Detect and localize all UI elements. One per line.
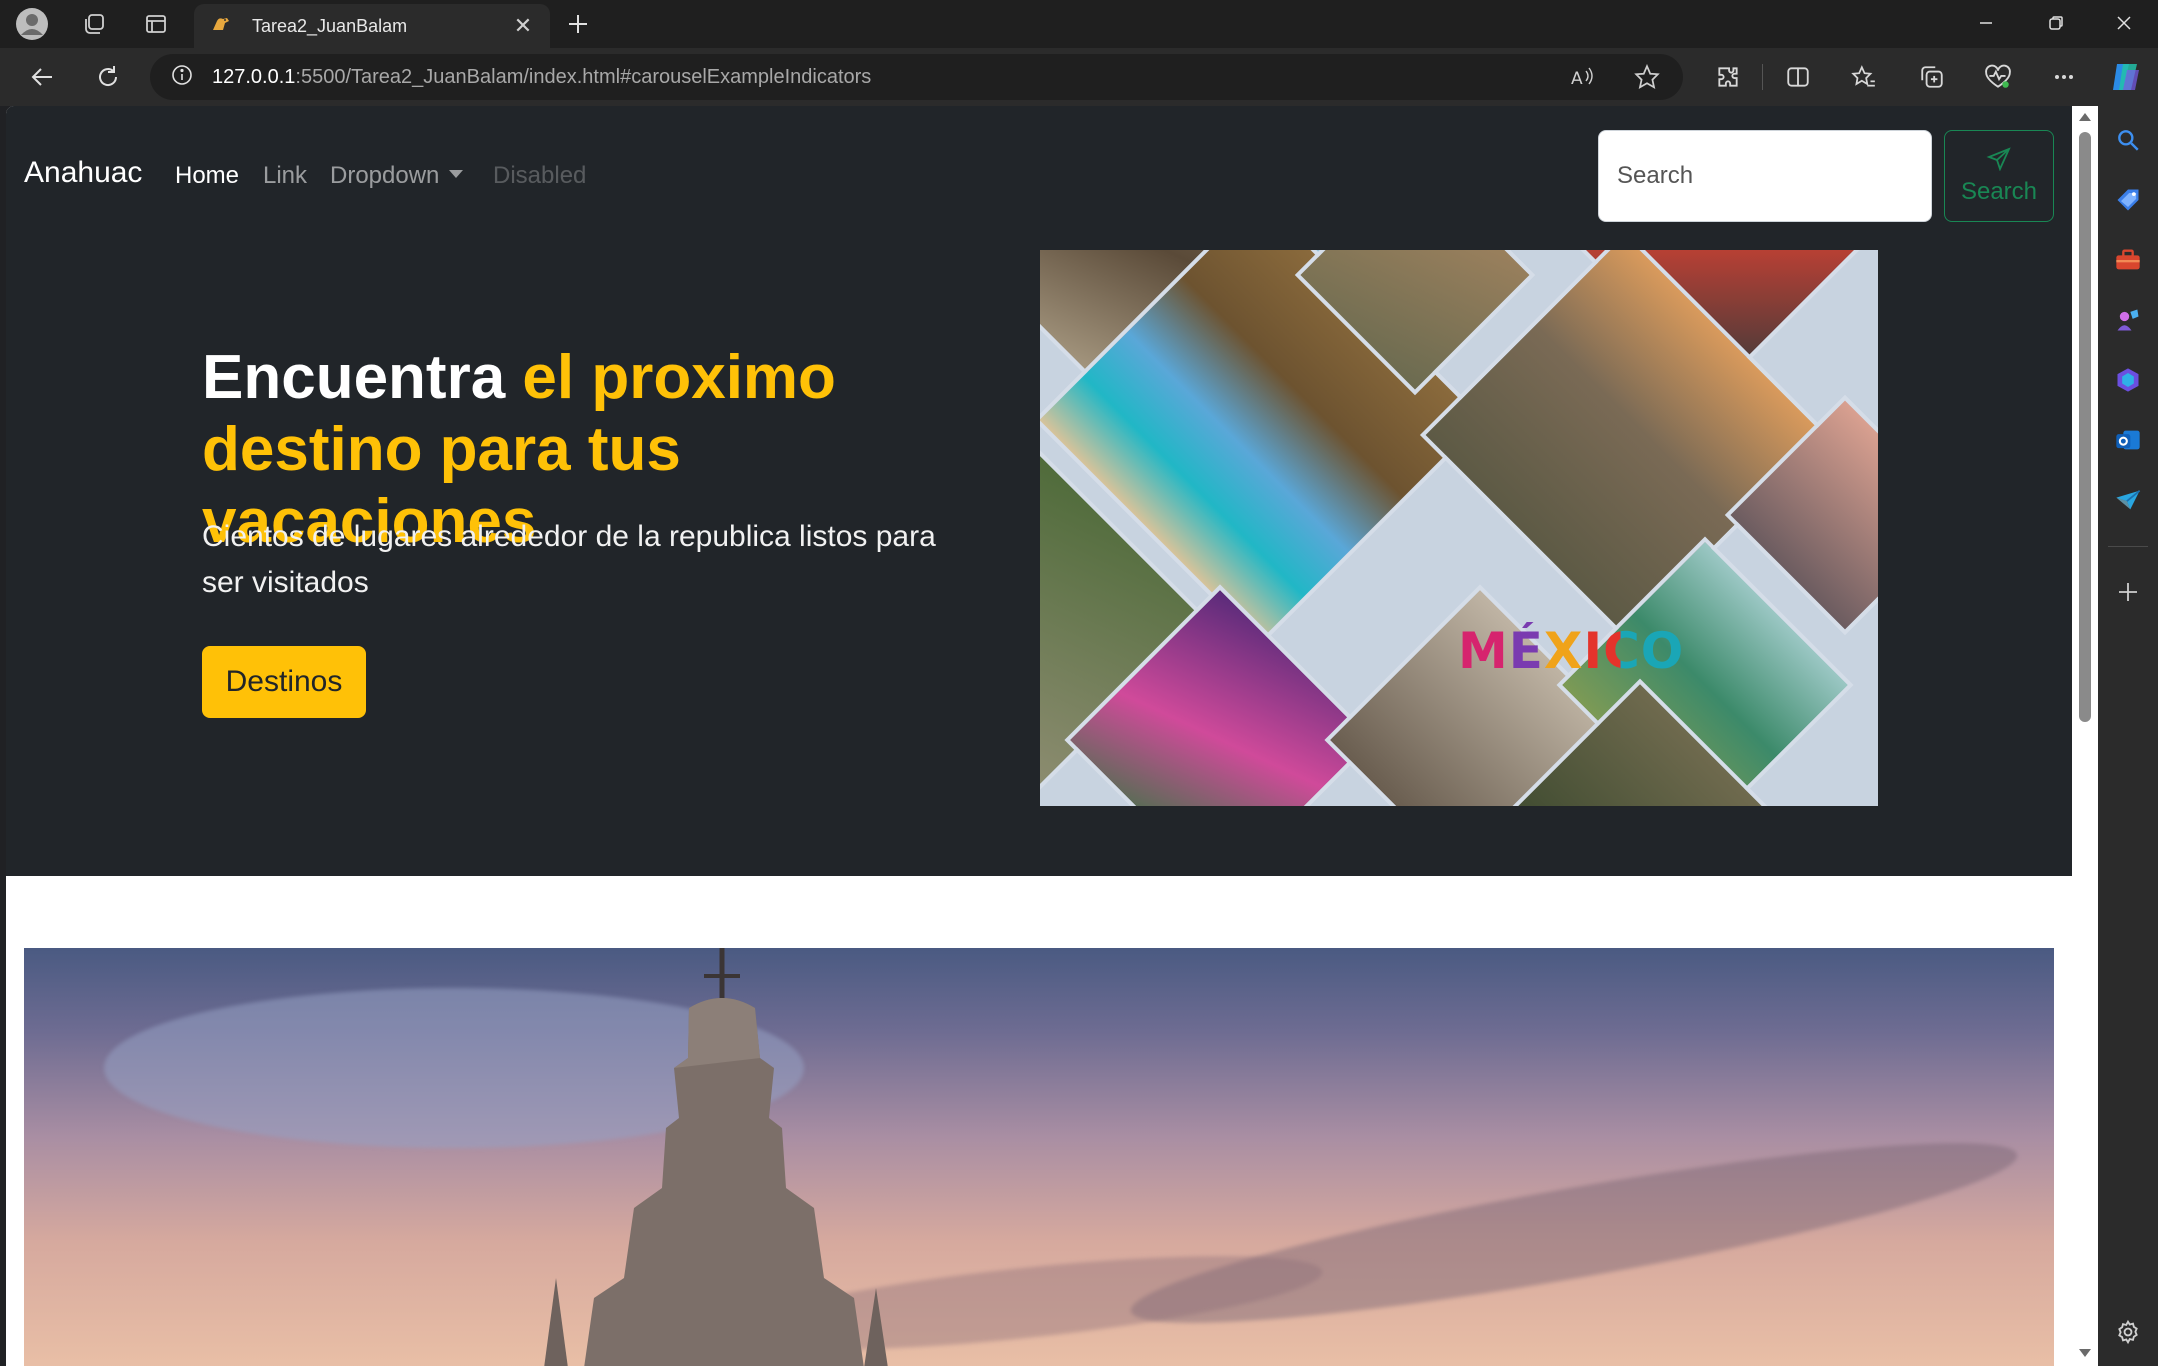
hero-section: Anahuac Home Link Dropdown Disabled Sear… bbox=[6, 106, 2072, 876]
tab-strip: Tarea2_JuanBalam ✕ bbox=[0, 0, 2158, 48]
minimize-icon[interactable] bbox=[1952, 0, 2020, 46]
url-text: 127.0.0.1:5500/Tarea2_JuanBalam/index.ht… bbox=[212, 65, 872, 88]
address-bar[interactable]: 127.0.0.1:5500/Tarea2_JuanBalam/index.ht… bbox=[150, 54, 1683, 100]
extensions-icon[interactable] bbox=[1708, 57, 1748, 97]
profile-icon[interactable] bbox=[12, 6, 52, 42]
send-sidebar-icon[interactable] bbox=[2112, 484, 2144, 516]
collections-icon[interactable] bbox=[1912, 57, 1952, 97]
nav-link-home[interactable]: Home bbox=[175, 162, 239, 190]
tab-actions-icon[interactable] bbox=[136, 6, 176, 42]
page-viewport: Anahuac Home Link Dropdown Disabled Sear… bbox=[6, 106, 2072, 1366]
refresh-icon[interactable] bbox=[88, 57, 128, 97]
search-sidebar-icon[interactable] bbox=[2112, 124, 2144, 156]
search-input[interactable] bbox=[1598, 130, 1932, 222]
read-aloud-icon[interactable]: A bbox=[1570, 65, 1596, 94]
send-icon bbox=[1986, 146, 2012, 178]
destinos-button[interactable]: Destinos bbox=[202, 646, 366, 718]
navbar-brand[interactable]: Anahuac bbox=[24, 156, 142, 190]
page-scrollbar[interactable] bbox=[2072, 106, 2098, 1366]
site-info-icon[interactable] bbox=[170, 63, 194, 92]
browser-essentials-icon[interactable] bbox=[1978, 57, 2018, 97]
close-tab-icon[interactable]: ✕ bbox=[510, 13, 536, 39]
browser-sidebar bbox=[2098, 106, 2158, 1366]
scroll-thumb[interactable] bbox=[2079, 132, 2091, 722]
toolbar-divider bbox=[1762, 64, 1763, 90]
mexico-logo-text: MÉXICO bbox=[1458, 622, 1685, 680]
microsoft-365-icon[interactable] bbox=[2112, 364, 2144, 396]
back-icon[interactable] bbox=[22, 57, 62, 97]
copilot-icon[interactable] bbox=[2106, 57, 2146, 97]
nav-link-disabled: Disabled bbox=[493, 162, 587, 189]
scroll-up-icon[interactable] bbox=[2072, 106, 2098, 128]
split-screen-icon[interactable] bbox=[1778, 57, 1818, 97]
tab-favicon bbox=[210, 12, 234, 41]
sidebar-divider bbox=[2108, 546, 2148, 547]
games-icon[interactable] bbox=[2112, 304, 2144, 336]
nav-link-dropdown[interactable]: Dropdown bbox=[330, 162, 464, 190]
outlook-icon[interactable] bbox=[2112, 424, 2144, 456]
close-window-icon[interactable] bbox=[2090, 0, 2158, 46]
hero-lead: Cientos de lugares alrededor de la repub… bbox=[202, 520, 936, 599]
search-button-label: Search bbox=[1960, 177, 2038, 205]
new-tab-icon[interactable] bbox=[560, 6, 596, 42]
more-icon[interactable] bbox=[2044, 57, 2084, 97]
section-spacer bbox=[6, 876, 2072, 948]
svg-text:A: A bbox=[1571, 69, 1583, 89]
favorite-star-icon[interactable] bbox=[1634, 63, 1660, 95]
scroll-down-icon[interactable] bbox=[2072, 1342, 2098, 1364]
add-sidebar-icon[interactable] bbox=[2112, 576, 2144, 608]
carousel-image[interactable] bbox=[24, 948, 2054, 1366]
tab-title: Tarea2_JuanBalam bbox=[252, 15, 408, 36]
church-tower-silhouette bbox=[544, 948, 888, 1366]
restore-icon[interactable] bbox=[2022, 0, 2090, 46]
tag-icon[interactable] bbox=[2112, 184, 2144, 216]
toolbox-icon[interactable] bbox=[2112, 244, 2144, 276]
search-button[interactable]: Search bbox=[1944, 130, 2054, 222]
mexico-collage-image: MÉXICO bbox=[1040, 250, 1878, 806]
settings-icon[interactable] bbox=[2112, 1316, 2144, 1348]
chevron-down-icon bbox=[449, 169, 464, 178]
nav-dropdown-label: Dropdown bbox=[330, 162, 440, 189]
browser-toolbar: 127.0.0.1:5500/Tarea2_JuanBalam/index.ht… bbox=[0, 48, 2158, 106]
active-tab[interactable]: Tarea2_JuanBalam ✕ bbox=[194, 4, 550, 48]
workspaces-icon[interactable] bbox=[74, 6, 114, 42]
nav-link-link[interactable]: Link bbox=[263, 162, 307, 190]
favorites-icon[interactable] bbox=[1844, 57, 1884, 97]
